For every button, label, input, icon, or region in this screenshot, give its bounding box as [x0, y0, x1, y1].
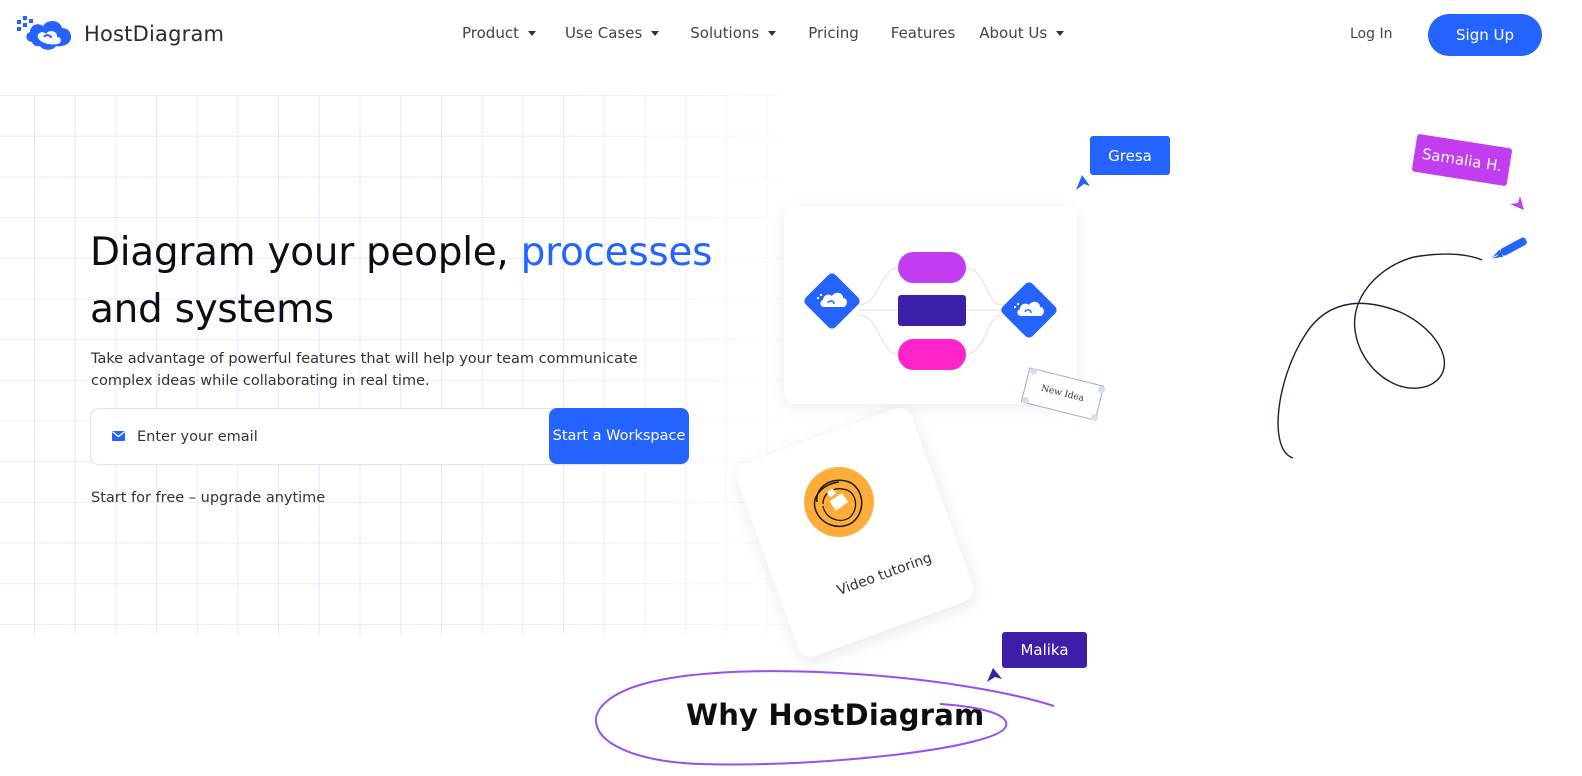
- nav-label: Product: [462, 24, 519, 42]
- nav-label: Use Cases: [564, 24, 643, 42]
- nav-item-about-us[interactable]: About Us: [979, 24, 1065, 42]
- pen-scribble: [1277, 253, 1483, 459]
- mail-icon: [112, 431, 125, 441]
- resize-handle[interactable]: [1022, 397, 1029, 404]
- cursor-tag-gresa: Gresa: [1090, 136, 1170, 175]
- hero-title-end: and systems: [90, 287, 334, 332]
- chevron-down-icon: [527, 31, 536, 36]
- free-note: Start for free – upgrade anytime: [91, 490, 326, 506]
- pen-icon: [1490, 237, 1527, 260]
- signup-button[interactable]: Sign Up: [1428, 14, 1542, 56]
- resize-handle[interactable]: [1098, 386, 1105, 393]
- nav-label: About Us: [979, 24, 1048, 42]
- cursor-gresa-icon: [1076, 175, 1090, 190]
- email-input[interactable]: [137, 423, 537, 451]
- nav-label: Solutions: [690, 24, 760, 42]
- nav-item-use-cases[interactable]: Use Cases: [564, 24, 660, 42]
- brand-name: HostDiagram: [84, 22, 225, 46]
- chevron-down-icon: [651, 31, 660, 36]
- start-workspace-button[interactable]: Start a Workspace: [549, 408, 689, 464]
- cursor-malika-icon: [987, 668, 1002, 682]
- resize-handle[interactable]: [1091, 414, 1098, 421]
- cursor-samalia-icon: [1510, 196, 1524, 210]
- hero-title: Diagram your people, processes and system…: [90, 224, 730, 338]
- login-link[interactable]: Log In: [1350, 26, 1392, 42]
- nav-label: Features: [890, 24, 956, 42]
- nav-item-product[interactable]: Product: [462, 24, 536, 42]
- hero-title-start: Diagram your people,: [90, 230, 521, 275]
- chevron-down-icon: [1056, 31, 1065, 36]
- hero-subtitle: Take advantage of powerful features that…: [91, 351, 638, 389]
- orange-circle-icon: [804, 467, 874, 537]
- chevron-down-icon: [768, 31, 777, 36]
- nav-item-solutions[interactable]: Solutions: [690, 24, 777, 42]
- new-idea-note[interactable]: New Idea: [1020, 367, 1105, 421]
- site-header: HostDiagram Product Use Cases Solutions …: [0, 0, 1582, 70]
- logo[interactable]: HostDiagram: [16, 14, 224, 54]
- main-nav: Product Use Cases Solutions Pricing Feat…: [462, 24, 1065, 42]
- nav-label: Pricing: [808, 24, 859, 42]
- cloud-logo-icon: [17, 16, 72, 50]
- nav-item-pricing[interactable]: Pricing: [808, 24, 859, 42]
- why-section-title: Why HostDiagram: [686, 698, 985, 732]
- cursor-tag-malika: Malika: [1002, 632, 1087, 668]
- cursor-tag-samalia: Samalia H.: [1411, 133, 1513, 187]
- hero-title-accent: processes: [520, 230, 713, 275]
- nav-item-features[interactable]: Features: [891, 24, 956, 42]
- resize-handle[interactable]: [1030, 368, 1037, 375]
